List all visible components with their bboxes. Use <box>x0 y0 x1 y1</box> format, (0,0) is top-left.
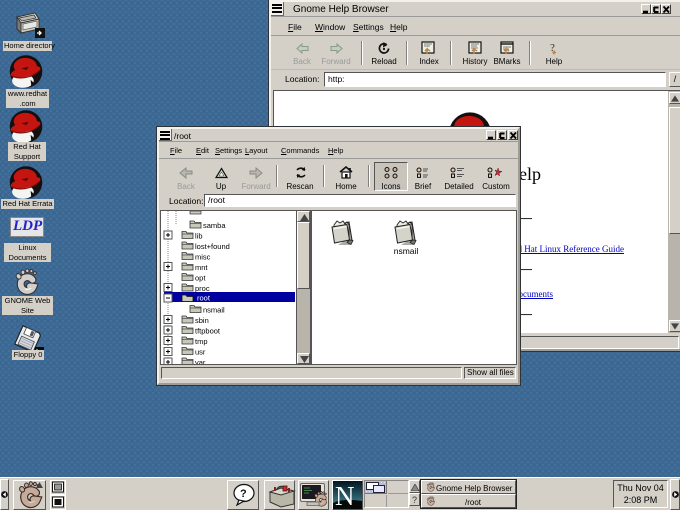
svg-text:lib: lib <box>195 232 203 241</box>
svg-text:var: var <box>195 358 206 364</box>
svg-text:mnt: mnt <box>195 263 208 272</box>
svg-text:misc: misc <box>195 253 211 262</box>
svg-text:N: N <box>335 481 355 509</box>
svg-text:sbin: sbin <box>195 316 209 325</box>
svg-text:tftpboot: tftpboot <box>195 327 221 336</box>
svg-text:root: root <box>197 294 211 303</box>
svg-text:?: ? <box>240 488 247 500</box>
svg-text:tmp: tmp <box>195 337 208 346</box>
svg-text:opt: opt <box>195 274 206 283</box>
svg-text:lost+found: lost+found <box>195 242 230 251</box>
svg-text:nsmail: nsmail <box>203 306 225 315</box>
svg-text:usr: usr <box>195 348 206 357</box>
svg-text:samba: samba <box>203 221 226 230</box>
svg-text:proc: proc <box>195 284 210 293</box>
